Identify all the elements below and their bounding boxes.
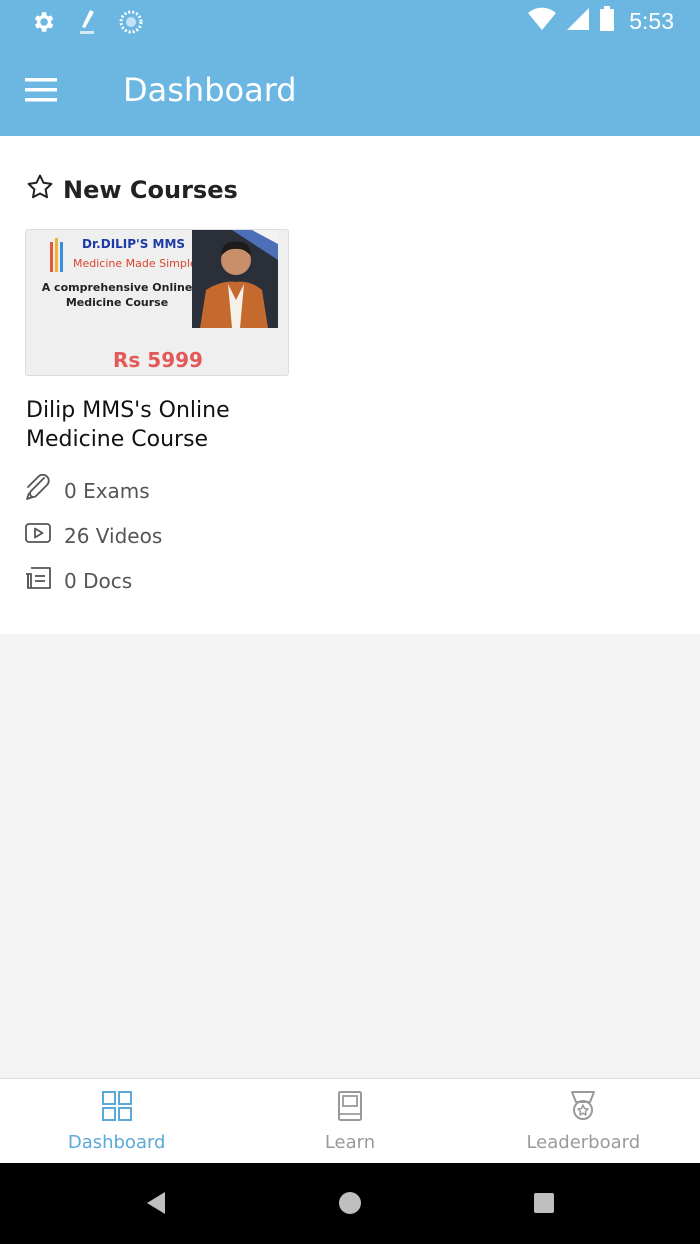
instructor-photo [192,230,278,328]
app-bar: Dashboard [0,44,700,136]
pencils-logo [48,234,66,279]
exams-stat: 0 Exams [24,473,150,507]
nav-learn-label: Learn [324,1132,376,1153]
sync-icon [118,9,144,40]
videos-count: 26 Videos [64,523,163,548]
document-icon [24,564,52,597]
hamburger-menu-icon[interactable] [24,70,72,110]
course-title[interactable]: Dilip MMS's Online Medicine Course [26,396,286,454]
nav-leaderboard[interactable]: Leaderboard [467,1079,700,1163]
section-header: New Courses [25,172,238,207]
nav-leaderboard-label: Leaderboard [526,1132,641,1153]
status-time: 5:53 [629,8,674,34]
nav-dashboard[interactable]: Dashboard [0,1079,233,1163]
book-icon [333,1089,367,1128]
settings-icon [30,9,56,40]
star-outline-icon [25,172,55,207]
section-title: New Courses [63,175,238,204]
nav-dashboard-label: Dashboard [67,1132,166,1153]
recents-icon[interactable] [530,1189,558,1217]
nav-learn[interactable]: Learn [233,1079,466,1163]
battery-icon [599,6,615,37]
course-tagline: A comprehensive Online Medicine Course [41,281,193,309]
video-play-icon [24,519,52,552]
brand-tagline: Medicine Made Simple [73,257,197,270]
bottom-navigation: Dashboard Learn Leaderboard [0,1078,700,1163]
exams-count: 0 Exams [64,478,150,503]
signal-icon [565,6,591,37]
paperclip-icon [24,473,52,507]
course-thumbnail[interactable]: Dr.DILIP'S MMS Medicine Made Simple A co… [25,229,289,376]
status-bar: 5:53 [0,0,700,44]
system-navigation-bar [0,1163,700,1244]
videos-stat: 26 Videos [24,519,162,552]
docs-count: 0 Docs [64,568,133,593]
page-title: Dashboard [123,71,297,109]
main-content: New Courses Dr.DILIP'S MMS Medicine Made… [0,136,700,634]
home-icon[interactable] [336,1189,364,1217]
medal-icon [566,1089,600,1128]
back-icon[interactable] [143,1189,171,1217]
grid-icon [100,1089,134,1128]
pen-icon [76,8,98,41]
course-price: Rs 5999 [113,348,203,372]
docs-stat: 0 Docs [24,564,132,597]
wifi-icon [527,6,557,37]
brand-name: Dr.DILIP'S MMS [82,237,186,251]
